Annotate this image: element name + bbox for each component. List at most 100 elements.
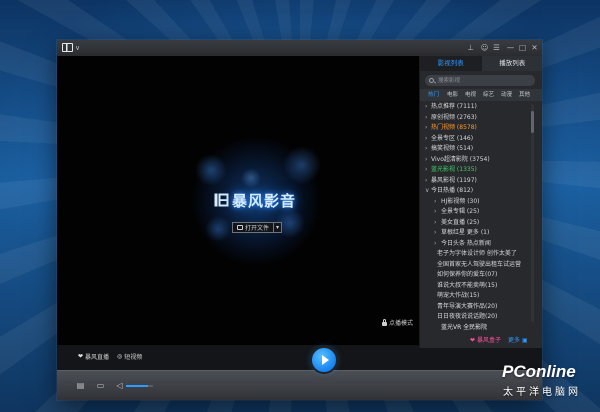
search-box[interactable] (425, 75, 535, 86)
title-bar: ∨ ⊥ ☺ ☰ — □ ✕ (57, 40, 542, 56)
video-entry-title: 全国首家无人驾驶出租车试运营 (437, 260, 522, 268)
category-tab[interactable]: 电影 (447, 89, 458, 101)
chevron-right-icon: › (425, 134, 428, 142)
short-video-link[interactable]: ◎ 短视频 (117, 352, 142, 361)
category-tab[interactable]: 动漫 (501, 89, 512, 101)
open-file-label: 打开文件 (245, 225, 270, 232)
list-subitem[interactable]: › 今日头条 热点新闻 (420, 239, 528, 250)
list-subitem[interactable]: › 美女直播 (25) (420, 218, 528, 229)
list-item[interactable]: ∨ 今日热播 (812) (420, 186, 528, 197)
storm-box-link[interactable]: ❤ 暴风盒子 (470, 336, 501, 346)
list-item[interactable]: › 全景专区 (146) (420, 134, 528, 145)
more-link[interactable]: 更多 ▣ (508, 336, 528, 346)
chevron-right-icon: › (425, 166, 428, 173)
play-icon (321, 355, 329, 365)
list-item[interactable]: › 热点推荐 (7111) (420, 102, 528, 113)
video-entry[interactable]: 如何保养你的爱车(07) (420, 270, 528, 281)
list-item[interactable]: › Vivo超清影院 (3754) (420, 155, 528, 166)
storm-logo-icon (214, 193, 229, 207)
playback-mode[interactable]: 点播模式 (381, 318, 413, 327)
list-item-label: 今日头条 热点新闻 (441, 239, 491, 247)
tab-video-library[interactable]: 影视列表 (420, 56, 482, 71)
live-stream-link[interactable]: ❤ 暴风直播 (78, 352, 109, 361)
folder-open-icon[interactable]: ▭ (96, 381, 105, 390)
chevron-right-icon: › (434, 218, 437, 226)
chevron-right-icon: › (425, 124, 428, 131)
list-item-label: Vivo超清影院 (3754) (431, 155, 490, 163)
list-item-label: 搞笑视频 (514) (431, 145, 474, 152)
category-tab[interactable]: 综艺 (483, 89, 494, 101)
video-entry[interactable]: 青年导演大赛作品(20) (420, 302, 528, 313)
video-entry[interactable]: 萌宠大作战(15) (420, 291, 528, 302)
list-item[interactable]: › 热门视频 (8578) (420, 123, 528, 134)
list-item[interactable]: › 暴风影视 (1197) (420, 176, 528, 187)
close-icon[interactable]: ✕ (529, 42, 540, 53)
list-item-label: 全景专区 (146) (431, 134, 474, 142)
list-item-label: 暴风影视 (1197) (431, 176, 477, 184)
short-video-label: 短视频 (124, 354, 143, 361)
list-scrollbar-thumb[interactable] (531, 111, 534, 133)
tab-playlist[interactable]: 播放列表 (481, 56, 542, 71)
search-input[interactable] (438, 75, 530, 86)
folder-icon (237, 225, 243, 230)
lock-icon (381, 318, 387, 326)
video-entry-title: 青年导演大赛作品(20) (437, 302, 498, 310)
list-scrollbar-track[interactable] (531, 104, 534, 322)
light-glow (241, 168, 261, 188)
open-file-main[interactable]: 打开文件 (233, 223, 273, 232)
list-item-label: 美女直播 (25) (441, 218, 480, 226)
category-tab[interactable]: 其他 (519, 89, 530, 101)
category-tab[interactable]: 电视 (465, 89, 476, 101)
chevron-right-icon: › (425, 103, 428, 110)
chevron-right-icon: › (425, 176, 428, 184)
list-item-label: 今日热播 (812) (431, 187, 474, 194)
chevron-right-icon: › (425, 145, 428, 152)
playlist-icon[interactable]: ▤ (76, 381, 85, 390)
list-item[interactable]: › 原创视频 (2763) (420, 113, 528, 124)
search-icon[interactable] (429, 77, 434, 83)
menu-icon[interactable]: ☰ (491, 42, 502, 53)
control-bar: ▤ ▭ ◁ (57, 370, 542, 400)
panel-tabs: 影视列表 播放列表 (420, 56, 542, 71)
volume-slider[interactable] (126, 385, 153, 387)
video-entry-title: 如何保养你的爱车(07) (437, 271, 498, 278)
list-item[interactable]: › 蓝光影视 (1335) (420, 165, 528, 176)
list-item-label: 全景专辑 (25) (441, 208, 480, 215)
video-area[interactable]: 暴风影音 打开文件 ▾ 点播模式 (57, 56, 419, 345)
list-subitem[interactable]: › 草根红星 更多 (1) (420, 228, 528, 239)
vr-promo-link[interactable]: 蓝光VR 全民影院 (441, 323, 487, 333)
volume-icon[interactable]: ◁ (115, 381, 124, 390)
main-menu-chevron-icon[interactable]: ∨ (75, 42, 80, 54)
maximize-icon[interactable]: □ (517, 42, 528, 53)
watermark-brand: PConline (502, 362, 576, 381)
chevron-right-icon: › (434, 229, 437, 236)
list-subitem[interactable]: › 全景专辑 (25) (420, 207, 528, 218)
target-icon: ◎ (117, 353, 123, 360)
heart-icon: ❤ (78, 353, 84, 360)
pin-icon[interactable]: ⊥ (465, 42, 476, 53)
chevron-right-icon: › (425, 155, 428, 163)
minimize-icon[interactable]: — (505, 42, 516, 53)
list-subitem[interactable]: › HJ影视频 (30) (420, 197, 528, 208)
media-library-panel: 影视列表 播放列表 热门 电影 电视 综艺 动漫 其他 ›热点推荐 (7111)… (419, 56, 542, 348)
heart-icon: ❤ (470, 337, 476, 344)
list-item-label: 原创视频 (2763) (431, 113, 477, 121)
list-item[interactable]: › 搞笑视频 (514) (420, 144, 528, 155)
video-entry[interactable]: 老子为字体设计师 创作太美了 (420, 249, 528, 260)
chevron-right-icon: › (425, 113, 428, 121)
video-entry[interactable]: 谁说大叔不能卖萌(15) (420, 281, 528, 292)
list-item-label: 热门视频 (8578) (431, 124, 477, 131)
more-label: 更多 (508, 337, 521, 344)
video-entry-title: 老子为字体设计师 创作太美了 (437, 250, 517, 257)
video-entry[interactable]: 全国首家无人驾驶出租车试运营 (420, 260, 528, 271)
play-button[interactable] (312, 348, 336, 372)
sub-toolbar: ❤ 暴风直播 ◎ 短视频 (57, 345, 542, 370)
storm-box-label: 暴风盒子 (477, 337, 502, 344)
player-logo-icon[interactable] (62, 43, 73, 52)
user-icon[interactable]: ☺ (479, 42, 490, 53)
chevron-right-icon: › (434, 239, 437, 247)
video-entry[interactable]: 日日夜夜说说话题(20) (420, 312, 528, 323)
open-file-button[interactable]: 打开文件 ▾ (232, 222, 283, 233)
category-tab[interactable]: 热门 (428, 89, 439, 101)
open-file-dropdown-icon[interactable]: ▾ (273, 223, 281, 232)
